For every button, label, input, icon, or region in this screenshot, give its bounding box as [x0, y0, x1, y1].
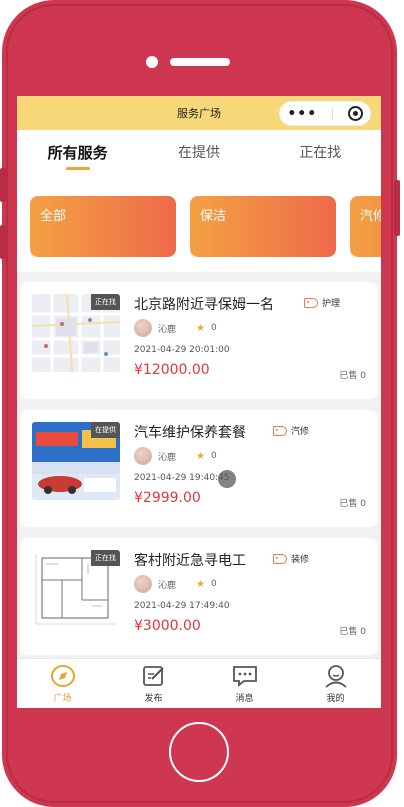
- service-thumbnail: 在提供: [32, 422, 120, 500]
- avatar: [134, 319, 152, 337]
- category-row: 全部 保洁 汽修: [17, 182, 381, 272]
- star-icon: ★: [196, 450, 205, 462]
- camera-dot: [146, 56, 158, 68]
- nav-bar: 服务广场 •••: [17, 96, 381, 130]
- tag-label: 装修: [291, 555, 310, 565]
- touch-indicator: [218, 470, 236, 488]
- service-tabs: 所有服务 在提供 正在找: [17, 130, 381, 182]
- category-all[interactable]: 全部: [30, 196, 176, 257]
- service-title: 北京路附近寻保姆一名: [134, 297, 274, 313]
- service-thumbnail: 正在找: [32, 550, 120, 628]
- tag-label: 护理: [322, 299, 341, 309]
- status-badge: 在提供: [91, 422, 120, 438]
- service-card[interactable]: 正在找 客村附近急寻电工 装修 沁鹿 ★ 0 2021-04-29 17:49:…: [20, 538, 378, 655]
- tab-providing[interactable]: 在提供: [138, 130, 259, 182]
- capsule-divider: [331, 106, 333, 121]
- user-row: 沁鹿 ★ 0: [134, 447, 217, 465]
- compass-icon: [49, 663, 77, 689]
- sold-count: 已售 0: [339, 499, 366, 509]
- speaker: [170, 58, 230, 66]
- more-icon[interactable]: •••: [287, 107, 317, 121]
- tag-label: 汽修: [291, 427, 310, 437]
- sold-count: 已售 0: [339, 627, 366, 637]
- post-time: 2021-04-29 17:49:40: [134, 601, 230, 611]
- tabbar-label: 发布: [144, 694, 163, 704]
- side-button: [0, 225, 6, 259]
- tag-icon: [273, 553, 287, 564]
- service-title: 汽车维护保养套餐: [134, 425, 246, 441]
- avatar: [134, 575, 152, 593]
- post-time: 2021-04-29 20:01:00: [134, 345, 230, 355]
- sold-count: 已售 0: [339, 371, 366, 381]
- status-badge: 正在找: [91, 550, 120, 566]
- tabbar-label: 广场: [53, 694, 72, 704]
- tabbar-square[interactable]: 广场: [17, 659, 108, 708]
- price: ¥3000.00: [134, 618, 201, 634]
- tag-icon: [304, 297, 318, 308]
- rating-score: 0: [210, 451, 217, 461]
- service-card[interactable]: 在提供 汽车维护保养套餐 汽修 沁鹿 ★ 0 2021-04-29 19:40:…: [20, 410, 378, 527]
- star-icon: ★: [196, 322, 205, 334]
- bottom-tab-bar: 广场 发布 消息 我的: [17, 658, 381, 708]
- service-tag: 汽修: [273, 424, 309, 437]
- tabbar-publish[interactable]: 发布: [108, 659, 199, 708]
- service-title: 客村附近急寻电工: [134, 553, 246, 569]
- user-name: 沁鹿: [158, 580, 177, 591]
- price: ¥12000.00: [134, 362, 210, 378]
- status-badge: 正在找: [91, 294, 120, 310]
- close-target-icon[interactable]: [347, 106, 363, 121]
- user-name: 沁鹿: [158, 452, 177, 463]
- tabbar-label: 我的: [326, 694, 345, 704]
- tabbar-message[interactable]: 消息: [199, 659, 290, 708]
- rating-score: 0: [210, 323, 217, 333]
- tab-seeking[interactable]: 正在找: [260, 130, 381, 182]
- mini-program-capsule: •••: [279, 101, 371, 126]
- service-card[interactable]: 正在找 北京路附近寻保姆一名 护理 沁鹿 ★ 0 2021-04-29 20:0…: [20, 282, 378, 399]
- service-tag: 装修: [273, 552, 309, 565]
- service-thumbnail: 正在找: [32, 294, 120, 372]
- screen: 服务广场 ••• 所有服务 在提供 正在找 全部 保洁 汽修 正在找 北京路附近…: [17, 96, 381, 708]
- page-title: 服务广场: [177, 107, 221, 120]
- user-icon: [322, 663, 350, 689]
- tabbar-label: 消息: [235, 694, 254, 704]
- tag-icon: [273, 425, 287, 436]
- user-name: 沁鹿: [158, 324, 177, 335]
- user-row: 沁鹿 ★ 0: [134, 319, 217, 337]
- tabbar-mine[interactable]: 我的: [290, 659, 381, 708]
- side-button: [0, 168, 6, 202]
- side-button: [394, 180, 400, 236]
- category-car-repair[interactable]: 汽修: [350, 196, 381, 257]
- message-icon: [231, 663, 259, 689]
- price: ¥2999.00: [134, 490, 201, 506]
- service-tag: 护理: [304, 296, 340, 309]
- avatar: [134, 447, 152, 465]
- edit-icon: [140, 663, 168, 689]
- tab-all-services[interactable]: 所有服务: [17, 130, 138, 182]
- star-icon: ★: [196, 578, 205, 590]
- post-time: 2021-04-29 19:40:45: [134, 473, 230, 483]
- category-cleaning[interactable]: 保洁: [190, 196, 336, 257]
- home-button[interactable]: [169, 722, 229, 782]
- user-row: 沁鹿 ★ 0: [134, 575, 217, 593]
- rating-score: 0: [210, 579, 217, 589]
